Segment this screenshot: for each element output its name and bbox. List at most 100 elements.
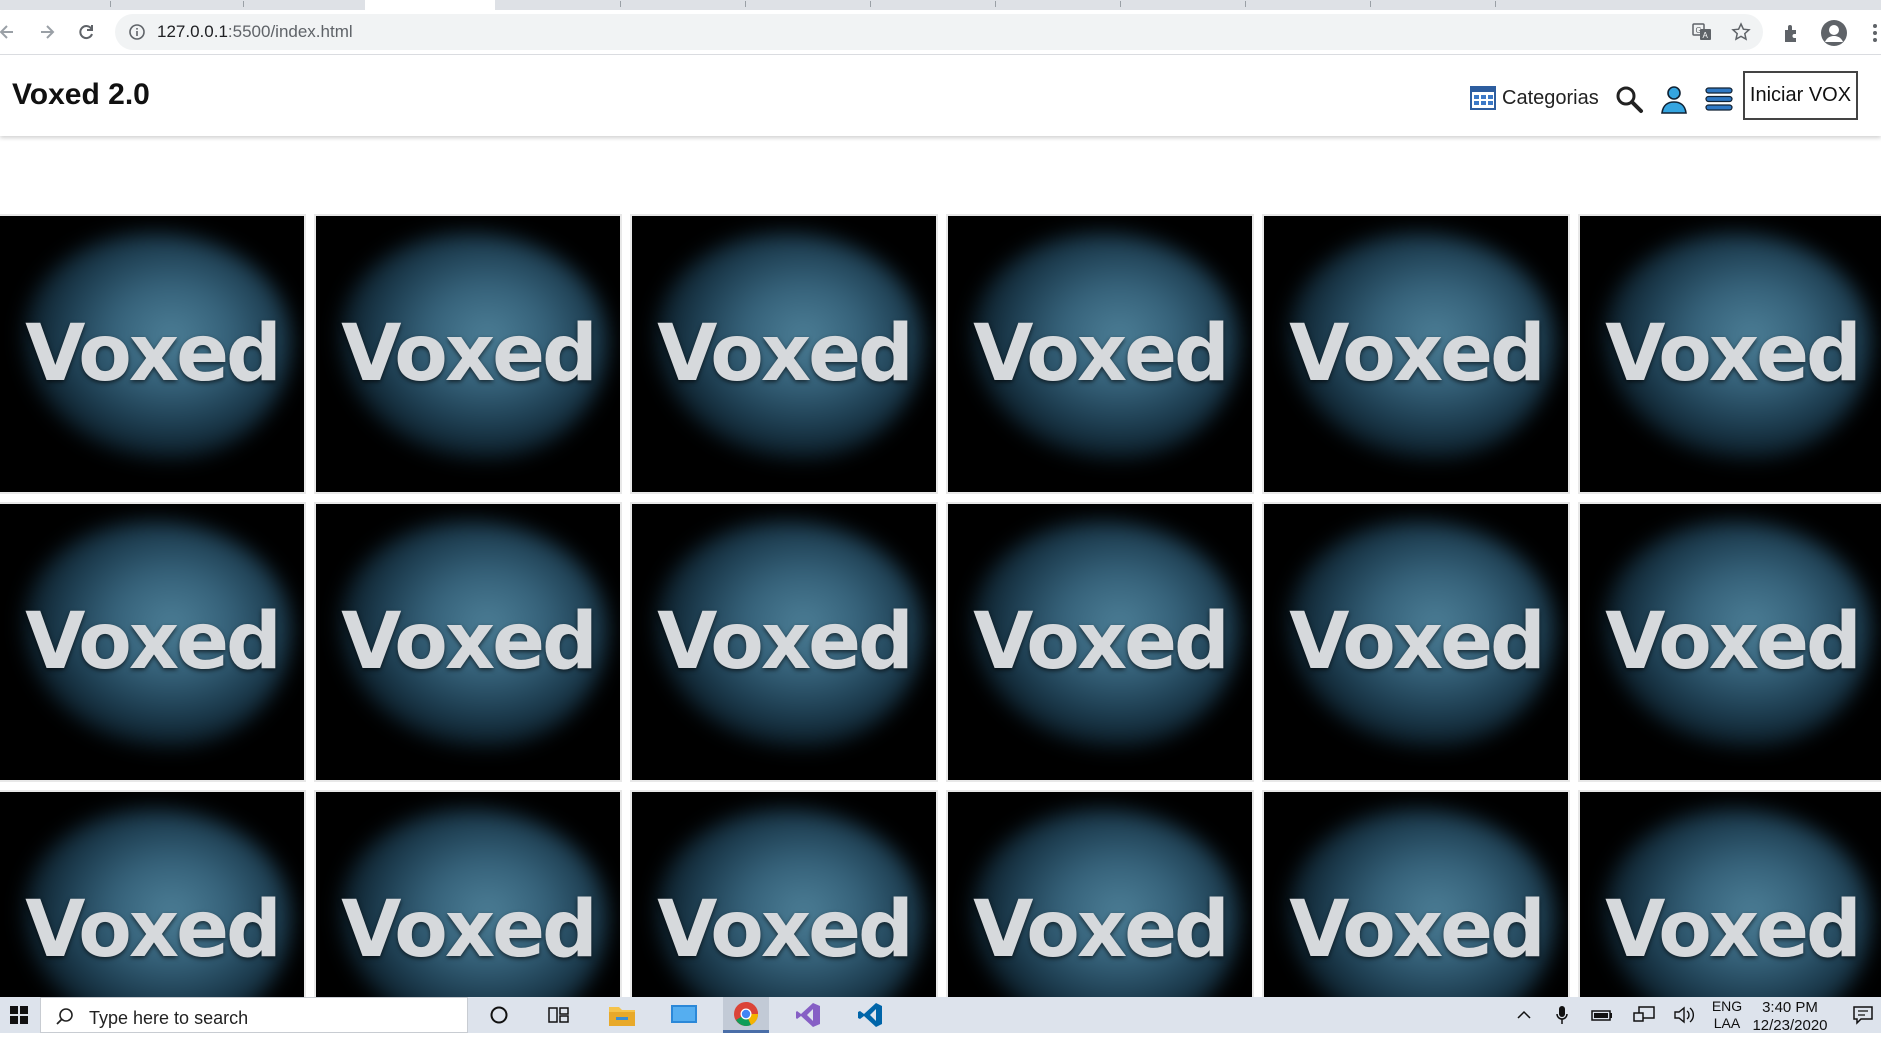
vox-card-image: Voxed [316, 216, 620, 492]
microphone-tray[interactable] [1548, 997, 1576, 1033]
vox-card[interactable]: Voxed [0, 210, 310, 498]
url-text[interactable]: 127.0.0.1:5500/index.html [157, 14, 353, 50]
visual-studio-taskbar-button[interactable] [785, 997, 831, 1033]
show-hidden-icons-button[interactable] [1510, 997, 1538, 1033]
clock-time: 3:40 PM [1762, 999, 1818, 1016]
vox-card[interactable]: Voxed [0, 786, 310, 997]
app-taskbar-button[interactable] [661, 997, 707, 1033]
file-explorer-taskbar-button[interactable] [599, 997, 645, 1033]
chrome-taskbar-button[interactable] [723, 997, 769, 1033]
monitor-app-icon [671, 1005, 697, 1023]
vox-card[interactable]: Voxed [626, 498, 942, 786]
vox-card[interactable]: Voxed [942, 498, 1258, 786]
folder-icon [609, 1007, 635, 1026]
vox-card[interactable]: Voxed [310, 786, 626, 997]
vox-card-title: Voxed [973, 885, 1230, 975]
network-tray[interactable] [1630, 997, 1658, 1033]
vox-card-image: Voxed [0, 792, 304, 997]
vox-card-image: Voxed [0, 504, 304, 780]
vox-card[interactable]: Voxed [626, 210, 942, 498]
taskbar-search-box[interactable]: Type here to search [40, 997, 468, 1033]
vox-card-title: Voxed [657, 885, 914, 975]
tab-separator [870, 1, 871, 7]
vox-card-title: Voxed [1289, 597, 1546, 687]
vox-card-image: Voxed [1580, 216, 1881, 492]
vox-card[interactable]: Voxed [942, 786, 1258, 997]
start-button[interactable] [0, 997, 38, 1033]
arrow-right-icon [41, 25, 55, 39]
info-icon[interactable] [128, 23, 146, 41]
language-sub: LAA [1713, 1015, 1741, 1031]
categorias-link[interactable]: Categorias [1470, 85, 1599, 111]
site-brand[interactable]: Voxed 2.0 [12, 78, 150, 112]
address-bar[interactable]: 127.0.0.1:5500/index.html GA [115, 14, 1763, 50]
search-icon [56, 1008, 73, 1025]
vox-card-image: Voxed [632, 504, 936, 780]
vox-card-title: Voxed [341, 597, 598, 687]
cortana-button[interactable] [476, 997, 522, 1033]
user-icon[interactable] [1659, 84, 1689, 114]
task-view-button[interactable] [536, 997, 582, 1033]
vox-card[interactable]: Voxed [1574, 210, 1881, 498]
vox-card-title: Voxed [657, 597, 914, 687]
volume-icon [1674, 1006, 1694, 1024]
vox-card-image: Voxed [1580, 504, 1881, 780]
browser-toolbar: 127.0.0.1:5500/index.html GA [0, 10, 1881, 55]
arrow-left-icon [0, 25, 13, 39]
cortana-circle-icon [490, 1006, 508, 1024]
reload-button[interactable] [71, 17, 101, 47]
back-button[interactable] [0, 17, 22, 47]
vox-card[interactable]: Voxed [310, 210, 626, 498]
extensions-icon[interactable] [1781, 22, 1803, 44]
vscode-taskbar-button[interactable] [847, 997, 893, 1033]
chrome-icon [734, 1001, 759, 1026]
tab-separator [1120, 1, 1121, 7]
vox-card-title: Voxed [973, 309, 1230, 399]
translate-icon[interactable]: GA [1692, 22, 1712, 42]
taskbar-clock[interactable]: 3:40 PM 12/23/2020 [1745, 999, 1835, 1035]
vox-card-image: Voxed [316, 792, 620, 997]
vox-card[interactable]: Voxed [1258, 498, 1574, 786]
vox-card[interactable]: Voxed [1574, 786, 1881, 997]
tab-separator [745, 1, 746, 7]
vox-card-title: Voxed [341, 309, 598, 399]
vox-card[interactable]: Voxed [310, 498, 626, 786]
language-indicator[interactable]: ENG LAA [1708, 997, 1746, 1033]
vox-card-title: Voxed [25, 597, 282, 687]
vox-card-grid: Voxed Voxed Voxed Voxed Voxed Voxed Voxed Voxed… [0, 210, 1881, 997]
vox-card[interactable]: Voxed [626, 786, 942, 997]
tab-separator [243, 1, 244, 7]
notifications-icon [1853, 1006, 1873, 1025]
vox-card-image: Voxed [316, 504, 620, 780]
browser-tab-strip [0, 0, 1881, 10]
vox-card[interactable]: Voxed [0, 498, 310, 786]
vox-card-image: Voxed [948, 504, 1252, 780]
vox-card[interactable]: Voxed [1574, 498, 1881, 786]
windows-logo-icon [10, 1006, 28, 1024]
vox-card-image: Voxed [632, 792, 936, 997]
tab-separator [995, 1, 996, 7]
profile-avatar-icon[interactable] [1820, 19, 1848, 47]
reload-icon [79, 25, 93, 40]
vox-card[interactable]: Voxed [1258, 210, 1574, 498]
browser-menu-icon[interactable] [1864, 22, 1881, 44]
vox-card-title: Voxed [1605, 597, 1862, 687]
vox-card[interactable]: Voxed [942, 210, 1258, 498]
battery-icon [1591, 1010, 1612, 1021]
web-page: Voxed 2.0 Categorias Iniciar VOX Voxed Vo… [0, 56, 1881, 997]
network-icon [1633, 1006, 1655, 1022]
tab-separator [1245, 1, 1246, 7]
active-tab[interactable] [365, 0, 495, 10]
bookmark-star-icon[interactable] [1731, 22, 1751, 42]
forward-button[interactable] [32, 17, 62, 47]
windows-taskbar: Type here to search ENG LAA 3:40 PM 12/2… [0, 997, 1881, 1035]
vox-card-title: Voxed [25, 885, 282, 975]
volume-tray[interactable] [1670, 997, 1698, 1033]
iniciar-vox-button[interactable]: Iniciar VOX [1743, 71, 1858, 120]
search-icon[interactable] [1614, 84, 1644, 114]
vox-card-image: Voxed [948, 792, 1252, 997]
vox-card[interactable]: Voxed [1258, 786, 1574, 997]
notifications-button[interactable] [1845, 997, 1881, 1033]
menu-icon[interactable] [1704, 84, 1734, 114]
battery-tray[interactable] [1588, 997, 1616, 1033]
